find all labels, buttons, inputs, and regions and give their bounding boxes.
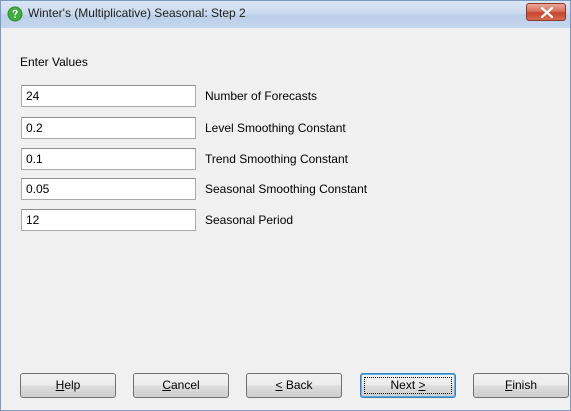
field-seasonal-smoothing-constant: Seasonal Smoothing Constant — [21, 178, 561, 200]
finish-label: inish — [512, 378, 538, 392]
help-label: elp — [64, 378, 81, 392]
field-number-of-forecasts: Number of Forecasts — [21, 85, 561, 107]
cancel-label: ancel — [170, 378, 200, 392]
next-button[interactable]: Next > — [360, 373, 456, 398]
trend-smoothing-constant-input[interactable] — [21, 148, 196, 170]
window-title: Winter's (Multiplicative) Seasonal: Step… — [28, 6, 246, 20]
dialog-window: Winter's (Multiplicative) Seasonal: Step… — [0, 0, 571, 411]
help-button[interactable]: Help — [20, 373, 116, 398]
seasonal-period-input[interactable] — [21, 209, 196, 231]
number-of-forecasts-label: Number of Forecasts — [205, 89, 318, 103]
field-trend-smoothing-constant: Trend Smoothing Constant — [21, 148, 561, 170]
level-smoothing-constant-input[interactable] — [21, 117, 196, 139]
cancel-button[interactable]: Cancel — [133, 373, 229, 398]
seasonal-smoothing-constant-input[interactable] — [21, 178, 196, 200]
number-of-forecasts-input[interactable] — [21, 85, 196, 107]
cancel-mnemonic: C — [162, 378, 171, 392]
question-icon — [7, 6, 23, 22]
seasonal-period-label: Seasonal Period — [205, 213, 294, 227]
back-mnemonic: < — [275, 378, 283, 392]
close-button[interactable] — [526, 3, 566, 21]
focus-ring — [364, 377, 452, 394]
title-bar[interactable]: Winter's (Multiplicative) Seasonal: Step… — [1, 1, 570, 28]
finish-button[interactable]: Finish — [473, 373, 569, 398]
level-smoothing-constant-label: Level Smoothing Constant — [205, 121, 346, 135]
back-label: Back — [282, 378, 313, 392]
section-label: Enter Values — [20, 55, 88, 69]
field-seasonal-period: Seasonal Period — [21, 209, 561, 231]
trend-smoothing-constant-label: Trend Smoothing Constant — [205, 152, 348, 166]
seasonal-smoothing-constant-label: Seasonal Smoothing Constant — [205, 182, 368, 196]
dialog-body: Enter Values Number of Forecasts Level S… — [1, 28, 570, 410]
back-button[interactable]: < Back — [246, 373, 342, 398]
field-level-smoothing-constant: Level Smoothing Constant — [21, 117, 561, 139]
